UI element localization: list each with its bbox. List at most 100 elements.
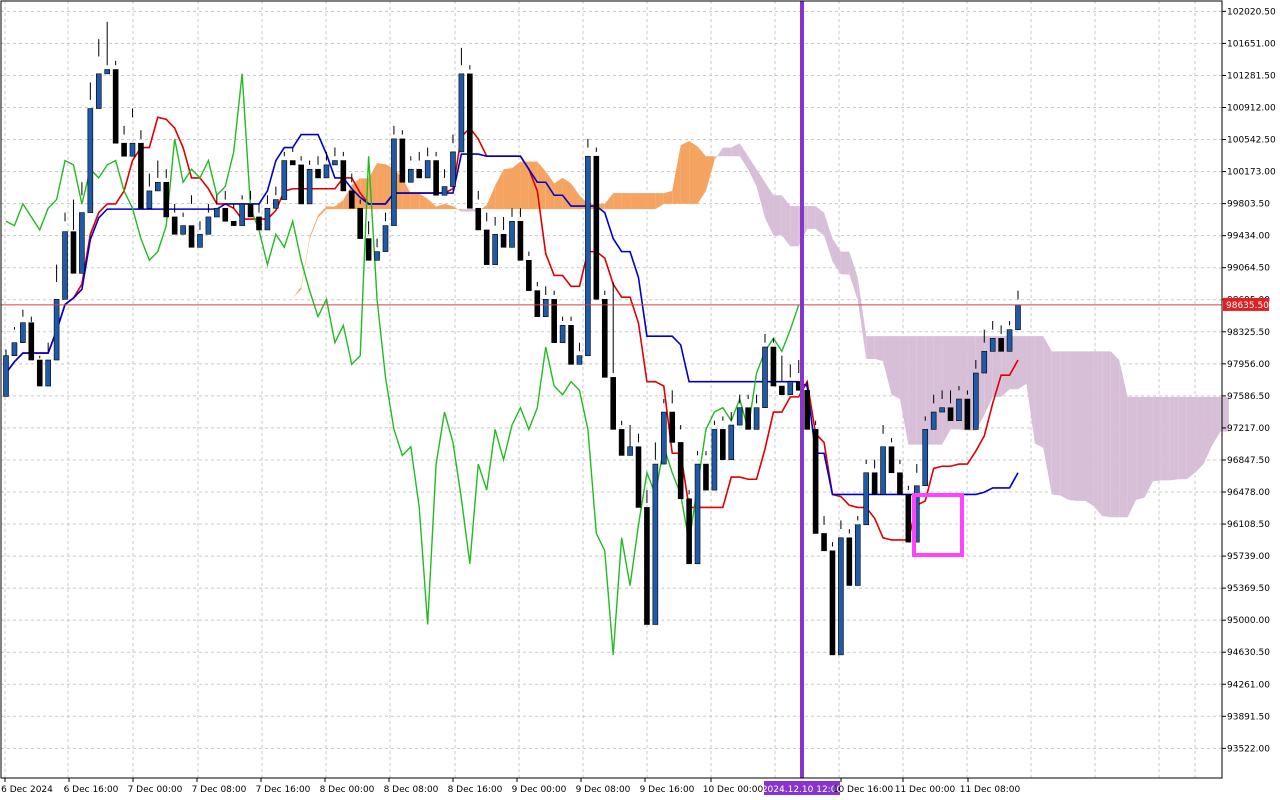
candle-body <box>956 398 962 422</box>
current-price-label: 98635.50 <box>1226 301 1269 311</box>
cloud-segment <box>663 190 673 204</box>
candle-body <box>407 168 414 183</box>
price-tick-label: 97217.00 <box>1227 424 1270 434</box>
candle[interactable] <box>694 451 701 565</box>
time-tick-label: 7 Dec 16:00 <box>256 785 311 795</box>
candle[interactable] <box>467 65 473 209</box>
candle-body <box>694 463 701 565</box>
candle[interactable] <box>36 355 43 387</box>
candle[interactable] <box>585 138 591 356</box>
candle[interactable] <box>28 316 35 361</box>
candle-body <box>618 429 625 456</box>
time-tick-label: 9 Dec 08:00 <box>576 785 631 795</box>
candle-body <box>28 322 35 361</box>
candle-body <box>70 231 77 274</box>
candle-body <box>222 207 229 222</box>
candle[interactable] <box>644 490 650 625</box>
cloud-segment <box>503 168 512 210</box>
cloud-segment <box>461 209 470 212</box>
candle-body <box>163 181 170 218</box>
candle-body <box>121 142 127 157</box>
candle-body <box>197 233 203 248</box>
candle[interactable] <box>112 60 119 144</box>
candle-body <box>180 225 186 235</box>
candle[interactable] <box>652 442 659 625</box>
time-tick-label: 9 Dec 16:00 <box>640 785 695 795</box>
candle-body <box>964 398 971 430</box>
candle-body <box>62 231 68 300</box>
candle-body <box>526 259 532 291</box>
candle[interactable] <box>812 420 819 534</box>
price-tick-label: 98325.50 <box>1227 328 1270 338</box>
candle-body <box>230 220 237 226</box>
cloud-segment <box>1110 351 1120 518</box>
price-tick-label: 95000.00 <box>1227 616 1270 626</box>
candle-body <box>568 325 574 365</box>
candle-body <box>551 299 557 343</box>
candle-body <box>517 220 524 261</box>
price-tick-label: 100173.00 <box>1227 168 1276 178</box>
candle[interactable] <box>593 147 600 300</box>
cloud-segment <box>630 193 639 210</box>
cloud-segment <box>866 336 875 359</box>
cloud-segment <box>646 193 656 210</box>
candle-body <box>703 463 709 491</box>
candle-body <box>3 355 9 397</box>
cloud-segment <box>1093 351 1103 517</box>
cloud-segment <box>1102 351 1111 518</box>
candle-body <box>939 407 945 413</box>
candle[interactable] <box>838 520 844 656</box>
candle[interactable] <box>686 490 692 565</box>
candle-body <box>989 338 996 352</box>
time-marker-tag[interactable]: 2024.12.10 12:00 <box>762 781 843 795</box>
candle[interactable] <box>711 420 718 491</box>
cloud-segment <box>840 251 850 275</box>
candle[interactable] <box>829 542 836 656</box>
candle[interactable] <box>3 349 9 397</box>
cloud-segment <box>1195 396 1204 473</box>
candle-body <box>652 463 659 625</box>
candle-body <box>762 346 768 409</box>
cloud-segment <box>520 161 529 210</box>
candle-body <box>1015 304 1021 330</box>
candle-body <box>424 160 431 179</box>
cloud-segment <box>621 193 631 210</box>
cloud-segment <box>942 336 951 445</box>
price-tick-label: 94261.00 <box>1227 680 1270 690</box>
price-tick-label: 99803.50 <box>1227 200 1270 210</box>
candle-body <box>922 429 929 487</box>
cloud-segment <box>1018 336 1027 390</box>
candle-body <box>669 411 676 443</box>
candle-body <box>264 207 271 231</box>
candle[interactable] <box>601 290 608 378</box>
time-tick-label: 8 Dec 16:00 <box>448 785 503 795</box>
candle-body <box>36 359 43 387</box>
candle-body <box>846 537 853 586</box>
candle-body <box>711 429 718 491</box>
candle-body <box>534 290 541 317</box>
cloud-segment <box>680 141 690 204</box>
candle-body <box>745 407 751 430</box>
candle[interactable] <box>846 529 853 586</box>
candle-body <box>273 199 279 209</box>
candle-body <box>171 216 178 235</box>
candle-body <box>441 186 448 196</box>
time-tick-label: 6 Dec 2024 <box>1 785 53 795</box>
candle-body <box>593 155 600 300</box>
time-tick-label: 8 Dec 08:00 <box>384 785 439 795</box>
candle-body <box>728 424 735 461</box>
cloud-segment <box>773 195 782 236</box>
candle[interactable] <box>391 125 397 226</box>
price-tick-label: 95739.00 <box>1227 552 1270 562</box>
price-tick-label: 96847.50 <box>1227 456 1270 466</box>
candle-body <box>155 181 161 192</box>
candle-body <box>129 142 136 157</box>
price-tick-label: 95369.50 <box>1227 584 1270 594</box>
candle-body <box>239 203 245 226</box>
candle[interactable] <box>854 516 861 586</box>
candle[interactable] <box>905 485 912 543</box>
current-price-tag[interactable]: 98635.50 <box>1223 297 1269 311</box>
cloud-segment <box>1178 396 1187 480</box>
cloud-segment <box>1127 396 1137 518</box>
candle-body <box>467 73 473 209</box>
